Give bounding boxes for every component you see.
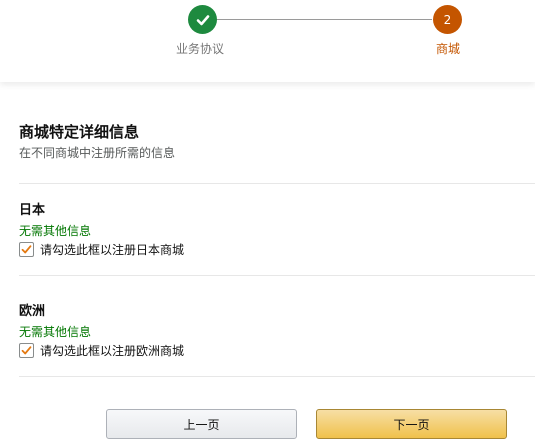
checkmark-icon [21,245,32,254]
section-subtitle: 在不同商城中注册所需的信息 [19,146,176,160]
checkmark-icon [21,346,32,355]
register-europe-checkbox-row[interactable]: 请勾选此框以注册欧洲商城 [19,342,184,359]
checkbox-label: 请勾选此框以注册欧洲商城 [40,344,185,358]
divider [19,376,535,377]
region-status-note: 无需其他信息 [19,325,92,339]
step-label-marketplace: 商城 [436,42,461,56]
progress-stepper: 业务协议 2 商城 [0,0,535,82]
previous-page-button[interactable]: 上一页 [106,409,297,439]
register-japan-checkbox-row[interactable]: 请勾选此框以注册日本商城 [19,241,184,258]
section-title: 商城特定详细信息 [19,123,140,141]
region-name: 欧洲 [19,304,46,319]
region-europe: 欧洲 无需其他信息 请勾选此框以注册欧洲商城 [19,300,184,359]
step-current-circle: 2 [433,5,462,34]
registration-page: 业务协议 2 商城 商城特定详细信息 在不同商城中注册所需的信息 日本 无需其他… [0,0,535,445]
region-status-note: 无需其他信息 [19,224,92,238]
region-japan: 日本 无需其他信息 请勾选此框以注册日本商城 [19,199,184,258]
next-page-button[interactable]: 下一页 [316,409,507,439]
checkbox-label: 请勾选此框以注册日本商城 [40,243,185,257]
register-japan-checkbox[interactable] [19,242,34,257]
region-name: 日本 [19,203,46,218]
stepper-connector-line [216,19,432,20]
step-label-business-agreement: 业务协议 [176,42,225,56]
step-completed-circle [188,5,217,34]
divider [19,275,535,276]
divider [19,183,535,184]
checkmark-icon [196,14,209,25]
register-europe-checkbox[interactable] [19,343,34,358]
